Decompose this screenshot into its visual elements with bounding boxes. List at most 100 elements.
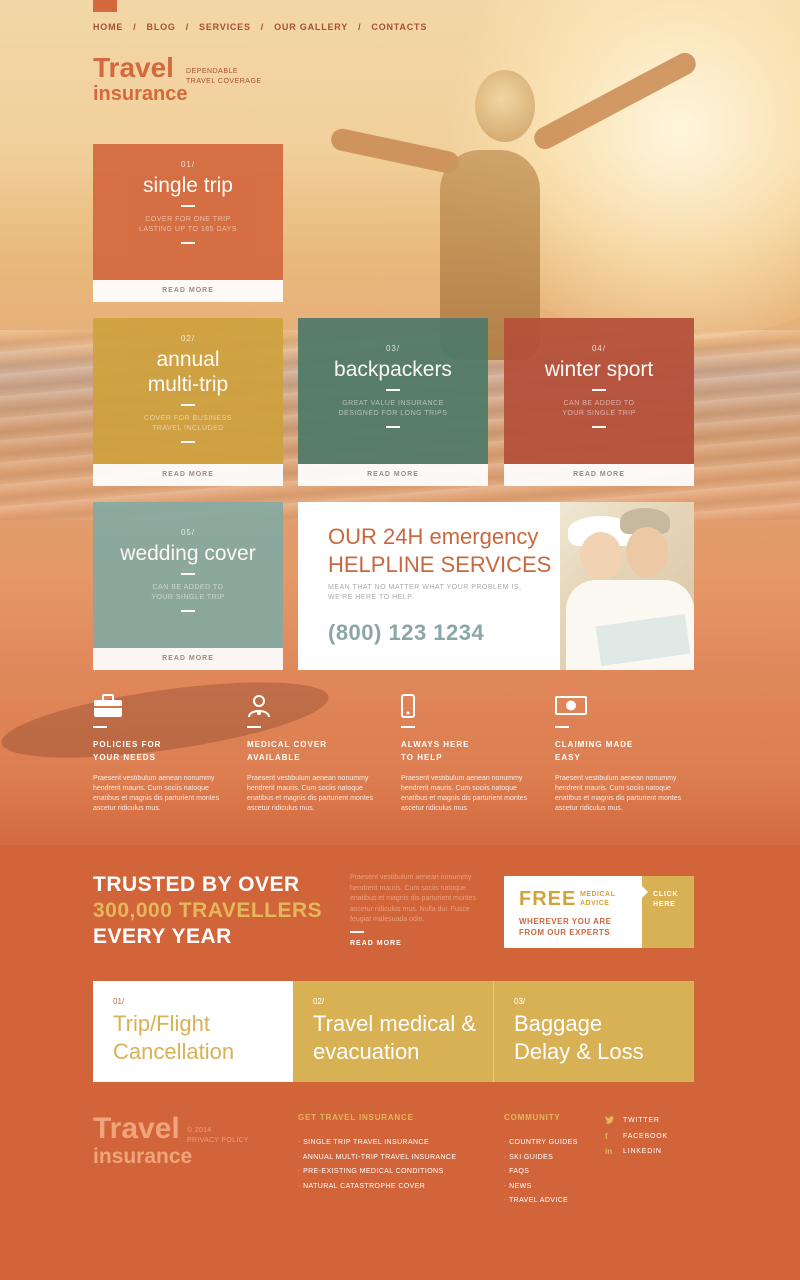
- twitter-icon: [605, 1116, 617, 1126]
- tile-single-trip[interactable]: 01/ single trip COVER FOR ONE TRIP LASTI…: [93, 144, 283, 302]
- nav-separator: /: [358, 22, 362, 32]
- feature-text: Praesent vestibulum aenean nonummy hendr…: [555, 775, 682, 812]
- trusted-heading: TRUSTED BY OVER 300,000 TRAVELLERS EVERY…: [93, 872, 322, 950]
- read-more-button[interactable]: READ MORE: [93, 648, 283, 670]
- nav-contacts[interactable]: CONTACTS: [371, 22, 427, 32]
- feature-always-here: ALWAYS HERE TO HELP Praesent vestibulum …: [401, 694, 541, 814]
- tile-description: GREAT VALUE INSURANCE DESIGNED FOR LONG …: [338, 400, 448, 417]
- nav-blog[interactable]: BLOG: [147, 22, 176, 32]
- tile-divider: [181, 242, 195, 244]
- footer-community-heading: COMMUNITY: [504, 1113, 561, 1122]
- footer-link[interactable]: NEWS: [504, 1180, 578, 1195]
- service-number: 01/: [113, 997, 125, 1006]
- main-nav: HOME / BLOG / SERVICES / OUR GALLERY / C…: [93, 22, 427, 32]
- feature-medical: MEDICAL COVER AVAILABLE Praesent vestibu…: [247, 694, 387, 814]
- trusted-line-1: TRUSTED BY OVER: [93, 873, 300, 896]
- briefcase-icon: [93, 694, 233, 720]
- footer-link[interactable]: SKI GUIDES: [504, 1151, 578, 1166]
- helpline-description: MEAN THAT NO MATTER WHAT YOUR PROBLEM IS…: [328, 584, 522, 601]
- tile-title: wedding cover: [120, 542, 256, 565]
- read-more-button[interactable]: READ MORE: [93, 464, 283, 486]
- service-baggage-delay[interactable]: 03/ Baggage Delay & Loss: [493, 981, 694, 1082]
- nav-home[interactable]: HOME: [93, 22, 123, 32]
- footer-link[interactable]: ANNUAL MULTI-TRIP TRAVEL INSURANCE: [298, 1151, 456, 1166]
- footer-link[interactable]: COUNTRY GUIDES: [504, 1136, 578, 1151]
- tile-title: winter sport: [544, 358, 654, 381]
- hero-figure-head: [475, 70, 535, 142]
- read-more-button[interactable]: READ MORE: [298, 464, 488, 486]
- tile-backpackers[interactable]: 03/ backpackers GREAT VALUE INSURANCE DE…: [298, 318, 488, 486]
- social-linkedin[interactable]: in LINKEDIN: [605, 1144, 668, 1160]
- social-twitter[interactable]: TWITTER: [605, 1113, 668, 1129]
- footer-link[interactable]: TRAVEL ADVICE: [504, 1194, 578, 1209]
- helpline-banner[interactable]: OUR 24H emergency HELPLINE SERVICES MEAN…: [298, 502, 694, 670]
- tile-divider: [181, 205, 195, 207]
- tile-wedding-cover[interactable]: 05/ wedding cover CAN BE ADDED TO YOUR S…: [93, 502, 283, 670]
- feature-claiming: CLAIMING MADE EASY Praesent vestibulum a…: [555, 694, 695, 814]
- trusted-line-2: 300,000 TRAVELLERS: [93, 899, 323, 922]
- copyright-year: © 2014: [187, 1127, 212, 1134]
- nav-our-gallery[interactable]: OUR GALLERY: [274, 22, 348, 32]
- footer-copyright: © 2014 PRIVACY POLICY: [187, 1126, 249, 1146]
- social-facebook[interactable]: f FACEBOOK: [605, 1129, 668, 1145]
- tile-winter-sport[interactable]: 04/ winter sport CAN BE ADDED TO YOUR SI…: [504, 318, 694, 486]
- money-icon: [555, 694, 695, 720]
- helpline-heading: OUR 24H emergency: [328, 524, 558, 550]
- footer-link[interactable]: SINGLE TRIP TRAVEL INSURANCE: [298, 1136, 456, 1151]
- site-logo[interactable]: Travel insurance: [93, 54, 187, 106]
- tile-description: CAN BE ADDED TO YOUR SINGLE TRIP: [562, 400, 636, 417]
- feature-title: POLICIES FOR YOUR NEEDS: [93, 740, 162, 762]
- social-label: LINKEDIN: [623, 1148, 662, 1156]
- footer-link[interactable]: NATURAL CATASTROPHE COVER: [298, 1180, 456, 1195]
- tile-title: annual multi-trip: [147, 348, 229, 396]
- feature-text: Praesent vestibulum aenean nonummy hendr…: [401, 775, 528, 812]
- service-trip-flight-cancellation[interactable]: 01/ Trip/Flight Cancellation: [93, 981, 293, 1082]
- nav-services[interactable]: SERVICES: [199, 22, 251, 32]
- click-here-button[interactable]: CLICK HERE: [642, 876, 694, 948]
- tile-description: COVER FOR ONE TRIP LASTING UP TO 185 DAY…: [138, 216, 238, 233]
- facebook-icon: f: [605, 1131, 608, 1141]
- tile-description: COVER FOR BUSINESS TRAVEL INCLUDED: [144, 415, 232, 432]
- logo-line-2: insurance: [93, 83, 188, 105]
- footer-link[interactable]: PRE-EXISTING MEDICAL CONDITIONS: [298, 1165, 456, 1180]
- feature-divider: [555, 726, 569, 728]
- tile-number: 05/: [180, 528, 196, 537]
- read-more-button[interactable]: READ MORE: [504, 464, 694, 486]
- service-travel-medical[interactable]: 02/ Travel medical & evacuation: [293, 981, 493, 1082]
- service-title: Baggage Delay & Loss: [514, 1011, 644, 1064]
- footer-insurance-heading: GET TRAVEL INSURANCE: [298, 1113, 414, 1122]
- helpline-heading-b: 24H emergency: [383, 524, 539, 549]
- social-label: TWITTER: [623, 1117, 660, 1125]
- tile-divider: [181, 404, 195, 406]
- feature-divider: [247, 726, 261, 728]
- tile-divider: [181, 573, 195, 575]
- helpline-heading-a: OUR: [328, 524, 377, 549]
- helpline-phone[interactable]: (800) 123 1234: [328, 620, 484, 646]
- nav-active-marker: [93, 0, 117, 12]
- tile-number: 01/: [180, 160, 196, 169]
- feature-text: Praesent vestibulum aenean nonummy hendr…: [247, 775, 374, 812]
- free-label: FREE: [519, 888, 577, 910]
- travellers-photo-face: [580, 532, 622, 580]
- feature-title: MEDICAL COVER AVAILABLE: [247, 740, 327, 762]
- free-advice-banner[interactable]: FREE MEDICAL ADVICE WHEREVER YOU ARE FRO…: [504, 876, 694, 948]
- feature-divider: [93, 726, 107, 728]
- trusted-read-more[interactable]: READ MORE: [350, 940, 402, 947]
- footer-link[interactable]: FAQS: [504, 1165, 578, 1180]
- tile-title: backpackers: [334, 358, 452, 381]
- service-number: 03/: [514, 997, 526, 1006]
- tile-number: 03/: [385, 344, 401, 353]
- arrow-right-icon: [642, 886, 648, 898]
- tile-title: single trip: [143, 174, 233, 197]
- tile-number: 02/: [180, 334, 196, 343]
- read-more-button[interactable]: READ MORE: [93, 280, 283, 302]
- phone-icon: [401, 694, 541, 720]
- footer-logo[interactable]: Travel insurance: [93, 1113, 192, 1169]
- tile-divider: [386, 426, 400, 428]
- free-advice-description: WHEREVER YOU ARE FROM OUR EXPERTS: [519, 917, 612, 937]
- tile-annual-multi-trip[interactable]: 02/ annual multi-trip COVER FOR BUSINESS…: [93, 318, 283, 486]
- feature-text: Praesent vestibulum aenean nonummy hendr…: [93, 775, 220, 812]
- tile-divider: [592, 426, 606, 428]
- service-title: Trip/Flight Cancellation: [113, 1011, 235, 1064]
- privacy-policy-link[interactable]: PRIVACY POLICY: [187, 1136, 249, 1146]
